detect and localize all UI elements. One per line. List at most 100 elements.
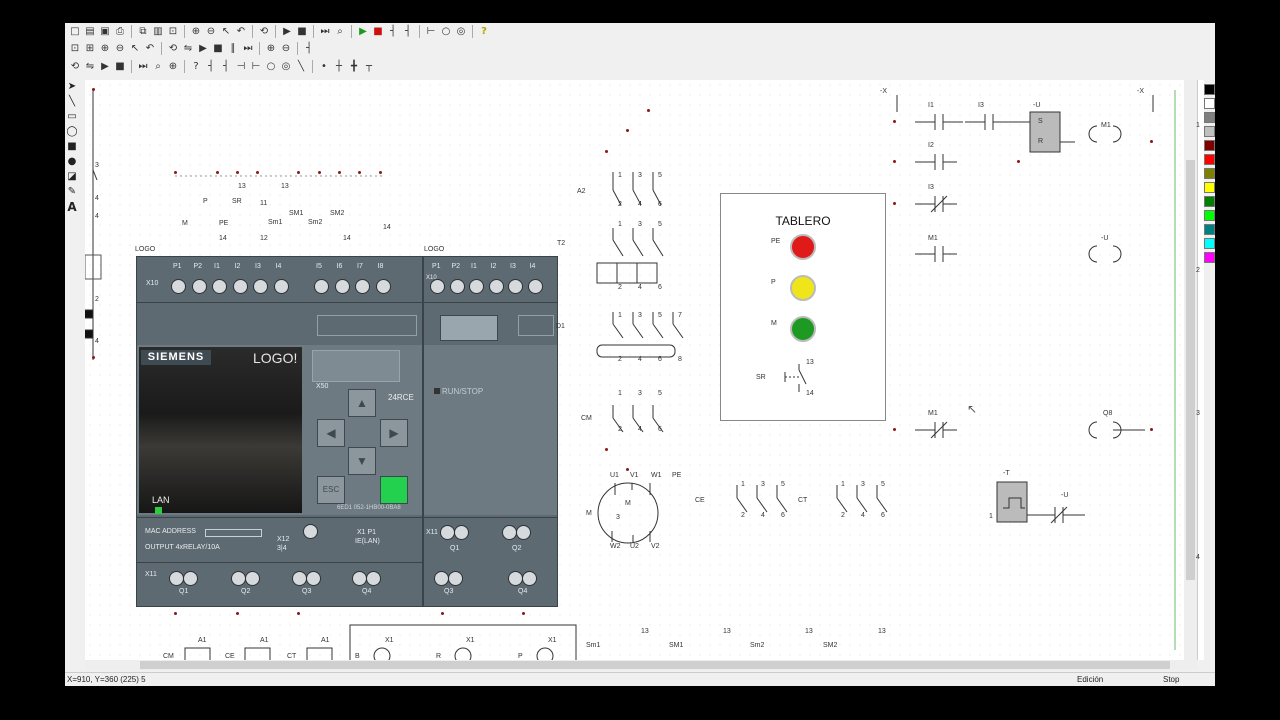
cross-icon[interactable]: ■ <box>211 42 225 56</box>
zoom-area-icon[interactable]: ⊖ <box>204 25 218 39</box>
color-swatch[interactable] <box>1203 252 1215 263</box>
output-terminal[interactable] <box>231 571 246 586</box>
output-terminal[interactable] <box>183 571 198 586</box>
output-terminal[interactable] <box>440 525 455 540</box>
relay-icon[interactable]: ⟲ <box>68 60 82 74</box>
esc-button[interactable]: ESC <box>317 476 345 504</box>
switch-icon[interactable]: ⊖ <box>113 42 127 56</box>
circle-icon[interactable]: ⊕ <box>166 60 180 74</box>
down-button[interactable]: ▼ <box>348 447 376 475</box>
output-terminal[interactable] <box>366 571 381 586</box>
color-swatch[interactable] <box>1203 182 1215 193</box>
down-icon[interactable]: ┼ <box>332 60 346 74</box>
junction-icon[interactable]: ∥ <box>226 42 240 56</box>
color-swatch[interactable] <box>1203 154 1215 165</box>
color-swatch[interactable] <box>1203 84 1215 95</box>
plc-left[interactable]: X10 P1 P2 I1 I2 I3 I4 I5 I6 I7 I8 SIEMENS LOGO! L… <box>136 256 423 607</box>
sr-switch-symbol[interactable] <box>779 364 819 394</box>
contact-nc-icon[interactable]: ⊞ <box>83 42 97 56</box>
filled-rect-icon[interactable]: ■ <box>66 140 78 154</box>
terminal-screw[interactable] <box>430 279 445 294</box>
loop-icon[interactable]: ⌕ <box>151 60 165 74</box>
block7-icon[interactable]: ◎ <box>279 60 293 74</box>
output-terminal[interactable] <box>352 571 367 586</box>
pen-icon[interactable]: ✎ <box>66 185 78 199</box>
terminal-screw[interactable] <box>469 279 484 294</box>
line-icon[interactable]: ╋ <box>347 60 361 74</box>
terminal-screw[interactable] <box>449 279 465 294</box>
label2-icon[interactable]: ⊖ <box>279 42 293 56</box>
color-swatch[interactable] <box>1203 112 1215 123</box>
terminal-screw[interactable] <box>314 279 329 294</box>
color-swatch[interactable] <box>1203 140 1215 151</box>
color-swatch[interactable] <box>1203 168 1215 179</box>
terminal-screw[interactable] <box>171 279 186 294</box>
zoom-out-icon[interactable]: ↶ <box>234 25 248 39</box>
fill-icon[interactable]: ◪ <box>66 170 78 184</box>
step-icon[interactable]: ┤ <box>401 25 415 39</box>
zoom-in-icon[interactable]: ↖ <box>219 25 233 39</box>
color-swatch[interactable] <box>1203 210 1215 221</box>
redo-icon[interactable]: ■ <box>295 25 309 39</box>
stop-icon[interactable]: ■ <box>371 25 385 39</box>
terminal-screw[interactable] <box>355 279 370 294</box>
terminal-screw[interactable] <box>253 279 268 294</box>
copy-icon[interactable]: ▥ <box>151 25 165 39</box>
plc-right[interactable]: X10 P1 P2 I1 I2 I3 I4 RUN/STOP X11 Q1 Q2 Q3 Q4 <box>423 256 558 607</box>
contact-no-icon[interactable]: ⊡ <box>68 42 82 56</box>
right-button[interactable]: ▶ <box>380 419 408 447</box>
terminal-screw[interactable] <box>527 279 543 294</box>
up-button[interactable]: ▲ <box>348 389 376 417</box>
run-icon[interactable]: ▶ <box>356 25 370 39</box>
select-icon[interactable]: ⟲ <box>257 25 271 39</box>
zoom-page-icon[interactable]: ⊕ <box>189 25 203 39</box>
coil-set-icon[interactable]: ↶ <box>143 42 157 56</box>
pushbutton-icon[interactable]: ⊕ <box>98 42 112 56</box>
zoom-minus-icon[interactable]: ◎ <box>454 25 468 39</box>
open-icon[interactable]: ▤ <box>83 25 97 39</box>
rotate-icon[interactable]: ⏭ <box>318 25 332 39</box>
zoom-plus-icon[interactable]: ○ <box>439 25 453 39</box>
coil-icon[interactable]: ↖ <box>128 42 142 56</box>
output-terminal[interactable] <box>169 571 184 586</box>
block5-icon[interactable]: ⊢ <box>249 60 263 74</box>
terminal-screw[interactable] <box>232 279 248 294</box>
block2-icon[interactable]: ┤ <box>204 60 218 74</box>
motor-icon[interactable]: ■ <box>113 60 127 74</box>
horizontal-scrollbar[interactable] <box>85 660 1197 670</box>
up-icon[interactable]: • <box>317 60 331 74</box>
output-terminal[interactable] <box>516 525 531 540</box>
block1-icon[interactable]: ? <box>189 60 203 74</box>
terminal-screw[interactable] <box>375 279 391 294</box>
arrow-icon[interactable]: ⏭ <box>136 60 150 74</box>
vertical-scrollbar[interactable] <box>1184 80 1197 660</box>
output-terminal[interactable] <box>245 571 260 586</box>
pause-icon[interactable]: ┤ <box>386 25 400 39</box>
color-swatch[interactable] <box>1203 98 1215 109</box>
t-icon[interactable]: ⏭ <box>241 42 255 56</box>
output-terminal[interactable] <box>448 571 463 586</box>
node-icon[interactable]: ▶ <box>196 42 210 56</box>
pointer-icon[interactable]: ➤ <box>66 80 78 94</box>
terminal-screw[interactable] <box>191 279 207 294</box>
block6-icon[interactable]: ○ <box>264 60 278 74</box>
terminal-screw[interactable] <box>273 279 289 294</box>
filled-ellipse-icon[interactable]: ● <box>66 155 78 169</box>
zoom-icon[interactable]: ⊢ <box>424 25 438 39</box>
left-button[interactable]: ◀ <box>317 419 345 447</box>
vertical-scroll-thumb[interactable] <box>1186 160 1195 580</box>
output-terminal[interactable] <box>434 571 449 586</box>
terminal-screw[interactable] <box>212 279 227 294</box>
text-icon[interactable]: A <box>66 200 78 214</box>
terminal-screw[interactable] <box>334 279 350 294</box>
link-icon[interactable]: ⟲ <box>166 42 180 56</box>
color-swatch[interactable] <box>1203 224 1215 235</box>
print-icon[interactable]: ⎙ <box>113 25 127 39</box>
save-icon[interactable]: ▣ <box>98 25 112 39</box>
terminal-screw[interactable] <box>508 279 523 294</box>
label-icon[interactable]: ⊕ <box>264 42 278 56</box>
output-terminal[interactable] <box>292 571 307 586</box>
block8-icon[interactable]: ╲ <box>294 60 308 74</box>
minus-icon[interactable]: ┤ <box>302 42 316 56</box>
terminal-screw[interactable] <box>488 279 504 294</box>
